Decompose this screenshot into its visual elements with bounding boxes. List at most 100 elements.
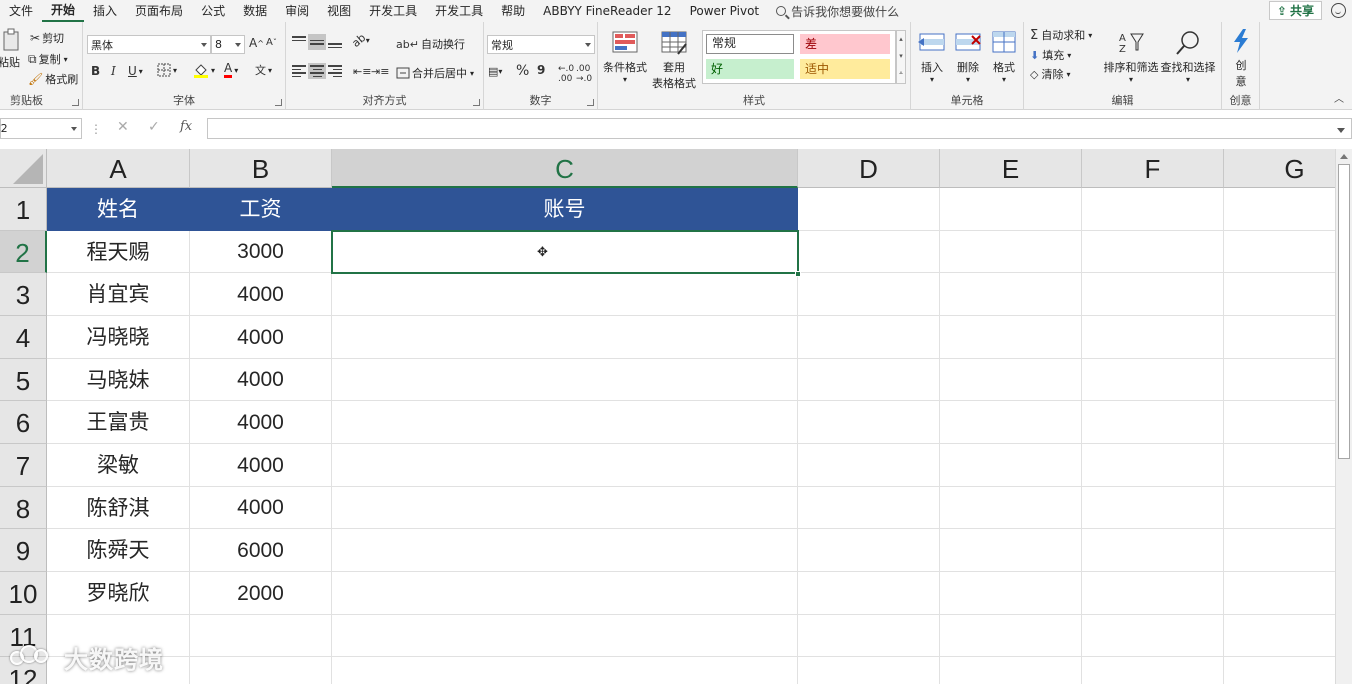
fill-handle[interactable] xyxy=(795,271,801,277)
row-header-6[interactable]: 6 xyxy=(0,401,47,444)
delete-cells-button[interactable]: 删除 ▾ xyxy=(951,30,985,84)
scroll-up-icon[interactable] xyxy=(1340,154,1348,159)
cell-d7[interactable] xyxy=(798,444,940,487)
font-name-select[interactable]: 黑体 xyxy=(87,35,211,54)
cell-g1[interactable] xyxy=(1224,188,1335,231)
cell-b3[interactable]: 4000 xyxy=(190,273,332,316)
cell-g12[interactable] xyxy=(1224,657,1335,684)
gallery-up-icon[interactable]: ▴ xyxy=(897,31,905,48)
tell-me-search[interactable]: 告诉我你想要做什么 xyxy=(776,3,899,20)
font-size-select[interactable]: 8 xyxy=(211,35,245,54)
cut-button[interactable]: ✂ 剪切 xyxy=(30,30,64,46)
cell-c1-account-header[interactable]: 账号 xyxy=(332,188,798,231)
borders-button[interactable]: ▾ xyxy=(157,63,177,77)
wrap-text-button[interactable]: ab↵ 自动换行 xyxy=(396,36,465,52)
menu-review[interactable]: 审阅 xyxy=(276,0,318,22)
styles-gallery-scroll[interactable]: ▴ ▾ ⩡ xyxy=(896,30,906,84)
column-header-d[interactable]: D xyxy=(798,149,940,188)
shrink-font-button[interactable]: Aˇ xyxy=(266,37,277,48)
cell-a3[interactable]: 肖宜宾 xyxy=(47,273,190,316)
cell-a8[interactable]: 陈舒淇 xyxy=(47,487,190,529)
menu-home[interactable]: 开始 xyxy=(42,0,85,22)
cell-d1[interactable] xyxy=(798,188,940,231)
row-header-3[interactable]: 3 xyxy=(0,273,47,316)
menu-developer[interactable]: 开发工具 xyxy=(360,0,426,22)
italic-button[interactable]: I xyxy=(111,64,116,78)
increase-decimal-button[interactable]: ←.0.00 xyxy=(558,64,574,84)
cell-c3[interactable] xyxy=(332,273,798,316)
percent-button[interactable]: % xyxy=(516,63,529,79)
cell-e11[interactable] xyxy=(940,615,1082,657)
clear-button[interactable]: ◇ 清除 ▾ xyxy=(1030,66,1070,82)
cell-a7[interactable]: 梁敏 xyxy=(47,444,190,487)
align-right-button[interactable] xyxy=(328,65,342,77)
cell-f8[interactable] xyxy=(1082,487,1224,529)
row-header-1[interactable]: 1 xyxy=(0,188,47,231)
cell-d12[interactable] xyxy=(798,657,940,684)
cell-f11[interactable] xyxy=(1082,615,1224,657)
cell-e10[interactable] xyxy=(940,572,1082,615)
menu-page-layout[interactable]: 页面布局 xyxy=(126,0,192,22)
copy-button[interactable]: ⧉ 复制 ▾ xyxy=(28,51,68,67)
merge-center-button[interactable]: 合并后居中 ▾ xyxy=(396,65,474,81)
cell-c12[interactable] xyxy=(332,657,798,684)
formula-input[interactable] xyxy=(207,118,1352,139)
row-header-5[interactable]: 5 xyxy=(0,359,47,401)
cell-d4[interactable] xyxy=(798,316,940,359)
format-cells-button[interactable]: 格式 ▾ xyxy=(987,30,1021,84)
cell-e9[interactable] xyxy=(940,529,1082,572)
cell-b10[interactable]: 2000 xyxy=(190,572,332,615)
worksheet-grid[interactable]: A B C D E F G 1 2 3 4 5 6 7 8 9 10 11 12… xyxy=(0,149,1335,684)
row-header-9[interactable]: 9 xyxy=(0,529,47,572)
alignment-launcher-icon[interactable] xyxy=(473,99,480,106)
column-header-f[interactable]: F xyxy=(1082,149,1224,188)
name-box[interactable]: C2 xyxy=(0,118,82,139)
cell-e3[interactable] xyxy=(940,273,1082,316)
format-as-table-button[interactable]: 套用 表格格式 xyxy=(648,30,700,91)
menu-developer-2[interactable]: 开发工具 xyxy=(426,0,492,22)
number-format-select[interactable]: 常规 xyxy=(487,35,595,54)
cell-d5[interactable] xyxy=(798,359,940,401)
row-header-8[interactable]: 8 xyxy=(0,487,47,529)
cell-f2[interactable] xyxy=(1082,231,1224,273)
cell-f7[interactable] xyxy=(1082,444,1224,487)
cell-d6[interactable] xyxy=(798,401,940,444)
fill-color-button[interactable]: ▾ xyxy=(193,62,215,78)
menu-insert[interactable]: 插入 xyxy=(84,0,126,22)
cell-a2[interactable]: 程天赐 xyxy=(47,231,190,273)
clipboard-launcher-icon[interactable] xyxy=(72,99,79,106)
cell-c10[interactable] xyxy=(332,572,798,615)
cell-b12[interactable] xyxy=(190,657,332,684)
cell-e5[interactable] xyxy=(940,359,1082,401)
cell-f6[interactable] xyxy=(1082,401,1224,444)
cell-g9[interactable] xyxy=(1224,529,1335,572)
format-painter-button[interactable]: 🖌 格式刷 xyxy=(28,71,78,87)
column-header-a[interactable]: A xyxy=(47,149,190,188)
cell-e8[interactable] xyxy=(940,487,1082,529)
share-button[interactable]: ⇪ 共享 xyxy=(1268,1,1322,20)
insert-function-icon[interactable]: fx xyxy=(180,119,192,134)
cell-c8[interactable] xyxy=(332,487,798,529)
cell-g4[interactable] xyxy=(1224,316,1335,359)
cell-c4[interactable] xyxy=(332,316,798,359)
cell-g10[interactable] xyxy=(1224,572,1335,615)
menu-formulas[interactable]: 公式 xyxy=(192,0,234,22)
cell-b4[interactable]: 4000 xyxy=(190,316,332,359)
cell-b5[interactable]: 4000 xyxy=(190,359,332,401)
cell-c9[interactable] xyxy=(332,529,798,572)
row-header-7[interactable]: 7 xyxy=(0,444,47,487)
autosum-button[interactable]: Σ 自动求和 ▾ xyxy=(1030,27,1092,43)
font-launcher-icon[interactable] xyxy=(275,99,282,106)
decrease-decimal-button[interactable]: .00 →.0 xyxy=(576,64,592,84)
increase-indent-button[interactable]: ⇥≡ xyxy=(371,65,389,78)
cell-g2[interactable] xyxy=(1224,231,1335,273)
row-header-2[interactable]: 2 xyxy=(0,231,47,273)
style-normal[interactable]: 常规 xyxy=(706,34,794,54)
style-bad[interactable]: 差 xyxy=(800,34,890,54)
cell-e2[interactable] xyxy=(940,231,1082,273)
menu-view[interactable]: 视图 xyxy=(318,0,360,22)
column-header-e[interactable]: E xyxy=(940,149,1082,188)
menu-data[interactable]: 数据 xyxy=(234,0,276,22)
paste-button[interactable]: 粘贴 xyxy=(0,28,24,70)
comma-style-button[interactable]: 9 xyxy=(537,63,545,77)
